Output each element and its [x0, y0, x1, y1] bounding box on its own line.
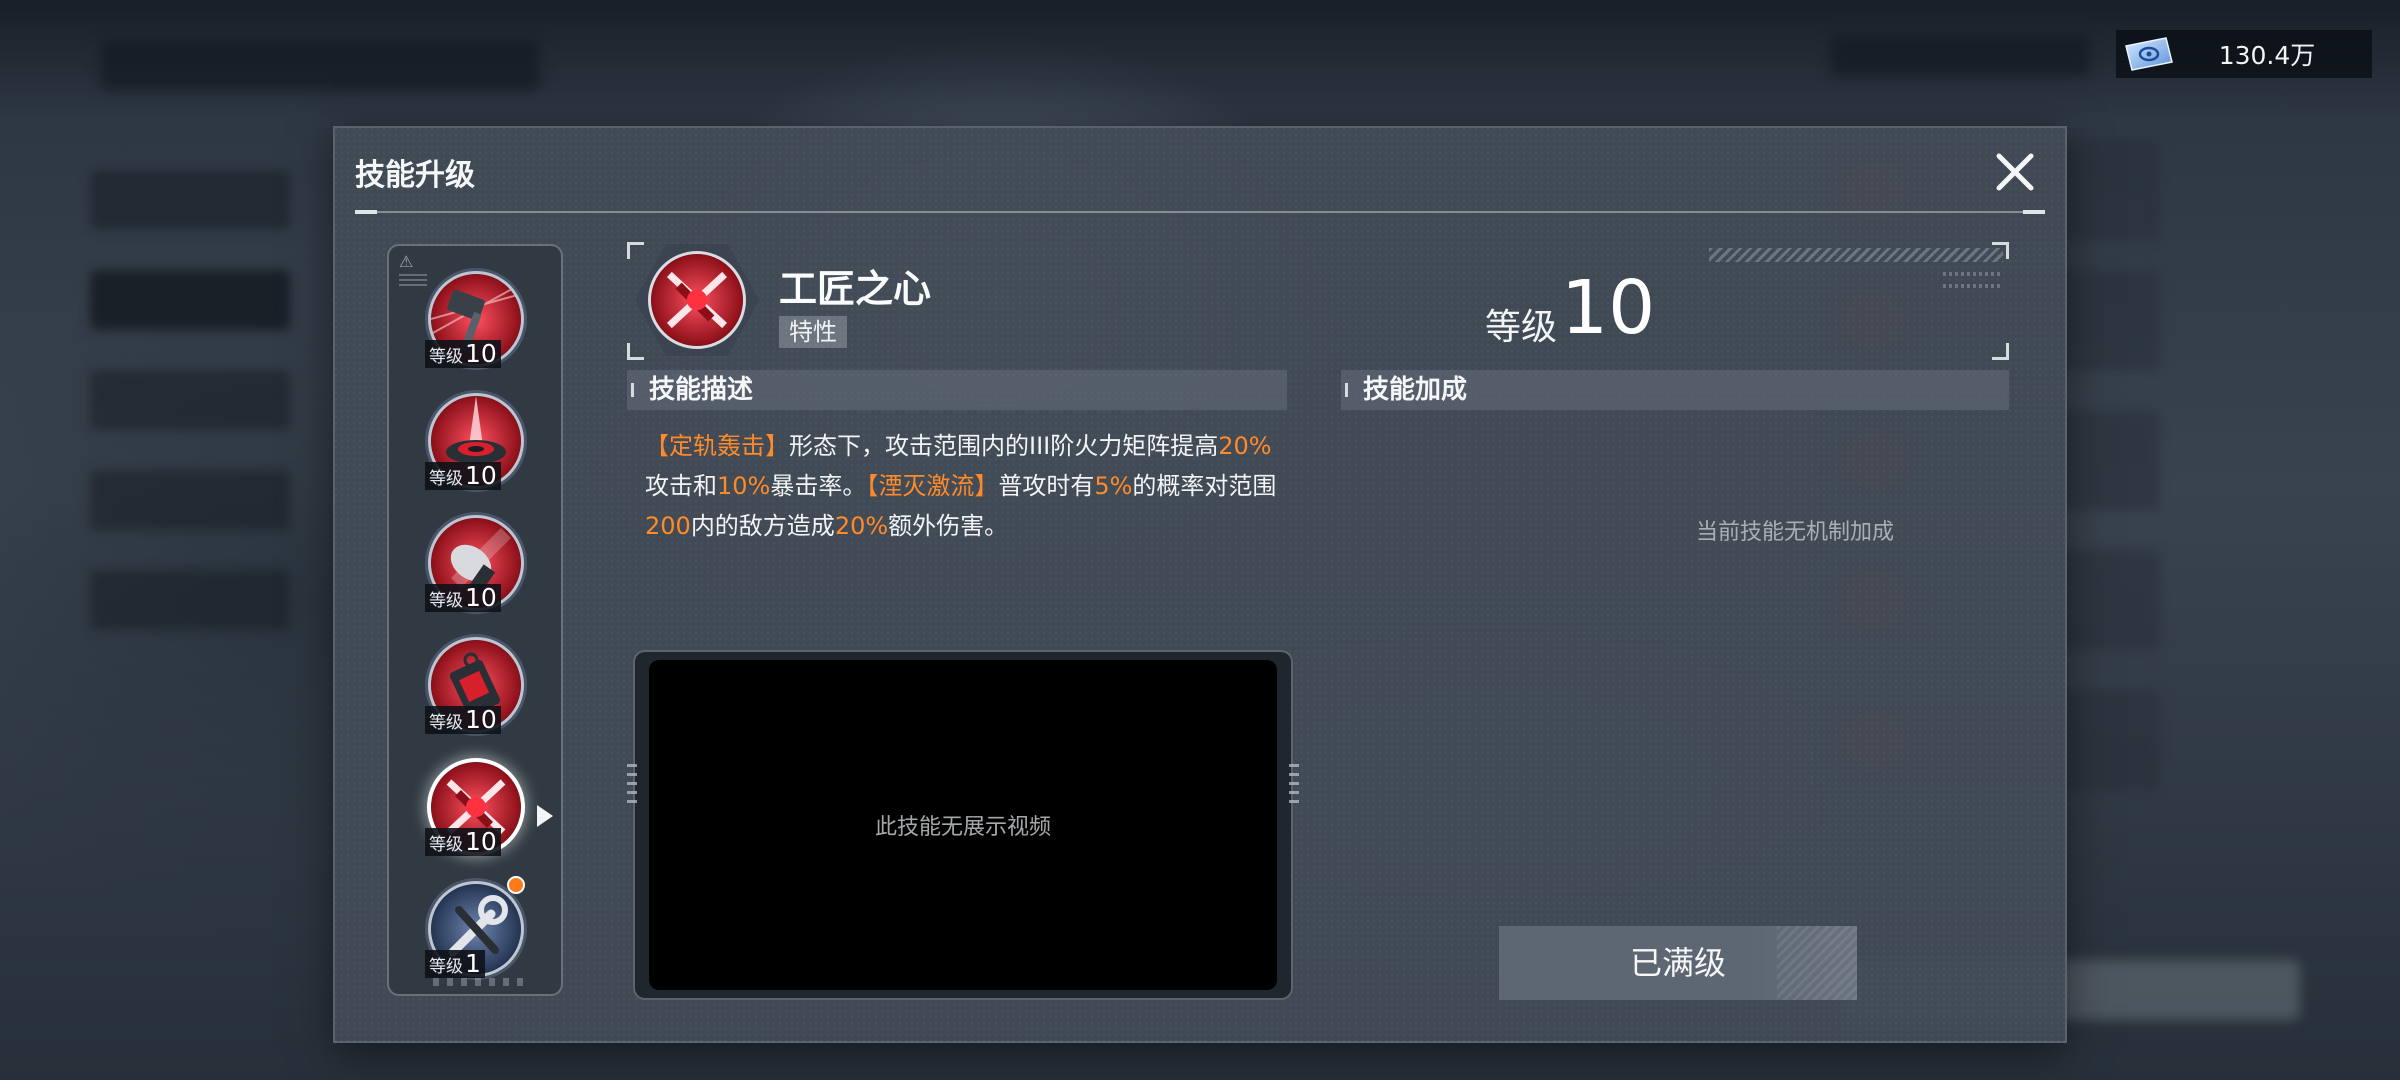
skill-item-drone[interactable]: 等级 10: [425, 396, 525, 496]
bonus-header: 技能加成: [1341, 370, 2009, 410]
highlight-text: 10%: [717, 472, 771, 500]
highlight-text: 20%: [834, 512, 889, 540]
highlight-text: 200: [645, 512, 691, 540]
skill-level-badge: 等级 1: [425, 950, 485, 978]
skill-item-device[interactable]: 等级 10: [425, 640, 525, 740]
skill-level-badge: 等级 10: [425, 340, 501, 368]
dialog-title: 技能升级: [355, 158, 475, 193]
description-text: 暴击率。: [770, 472, 867, 500]
close-icon[interactable]: [1989, 146, 2041, 198]
decorative-hatch: [1709, 248, 2003, 262]
description-header: 技能描述: [627, 370, 1287, 410]
skill-level-badge: 等级 10: [425, 462, 501, 490]
highlight-text: 【湮灭激流】: [866, 472, 999, 500]
selected-arrow-icon: [537, 805, 553, 827]
skill-type-tag: 特性: [779, 316, 847, 348]
skill-level-badge: 等级 10: [425, 584, 501, 612]
skill-description: 【定轨轰击】形态下，攻击范围内的III阶火力矩阵提高20%攻击和10%暴击率。【…: [645, 426, 1285, 546]
description-text: 额外伤害。: [888, 512, 1009, 540]
skill-upgrade-dialog: 技能升级 ⚠ 等级 10 等级 10 等级 10 等级 10 等级 10 等级 …: [333, 126, 2067, 1043]
highlight-text: 5%: [1094, 472, 1133, 500]
frame-grip: [1289, 764, 1299, 804]
skill-level-badge: 等级 10: [425, 828, 501, 856]
skill-item-craftsman[interactable]: 等级 10: [425, 762, 525, 862]
description-text: 形态下，攻击范围内的III阶火力矩阵提高: [789, 432, 1219, 460]
no-video-text: 此技能无展示视频: [874, 815, 1051, 840]
skill-item-shell[interactable]: 等级 10: [425, 518, 525, 618]
decorative-lines: [399, 274, 427, 288]
background-tabs: [100, 40, 540, 90]
skill-item-hammer[interactable]: 等级 10: [425, 274, 525, 374]
craftsman-heart-icon: [651, 254, 743, 346]
skill-name: 工匠之心: [779, 267, 932, 311]
ticket-icon: [2122, 36, 2174, 72]
title-divider: [355, 210, 2045, 214]
level-label: 等级: [1485, 307, 1558, 348]
skill-list: ⚠ 等级 10 等级 10 等级 10 等级 10 等级 10 等级 1: [387, 244, 563, 996]
level-value: 10: [1561, 265, 1656, 351]
description-text: 内的敌方造成: [690, 512, 835, 540]
scroll-indicator: [433, 978, 523, 986]
skill-level-badge: 等级 10: [425, 706, 501, 734]
video-frame: 此技能无展示视频: [627, 650, 1299, 1000]
decorative-lines: [1943, 272, 2003, 288]
currency-display: 130.4万: [2116, 30, 2372, 78]
notification-dot: [507, 876, 525, 894]
highlight-text: 20%: [1218, 432, 1272, 460]
description-text: 攻击和: [645, 472, 717, 500]
no-bonus-text: 当前技能无机制加成: [1695, 520, 1894, 545]
frame-grip: [627, 764, 637, 804]
highlight-text: 【定轨轰击】: [645, 432, 789, 460]
skill-item-wrench[interactable]: 等级 1: [425, 876, 525, 984]
description-text: 的概率对范围: [1132, 472, 1277, 500]
currency-amount: 130.4万: [2218, 41, 2316, 70]
warning-icon: ⚠: [399, 252, 414, 271]
selected-skill-header: 工匠之心 特性 等级 10: [627, 242, 2009, 360]
skill-video[interactable]: 此技能无展示视频: [649, 660, 1277, 990]
description-text: 普攻时有: [998, 472, 1095, 500]
background-top-right-controls: [1830, 36, 2090, 76]
skill-icon-frame: [635, 244, 759, 356]
max-level-button[interactable]: 已满级: [1499, 926, 1857, 1000]
